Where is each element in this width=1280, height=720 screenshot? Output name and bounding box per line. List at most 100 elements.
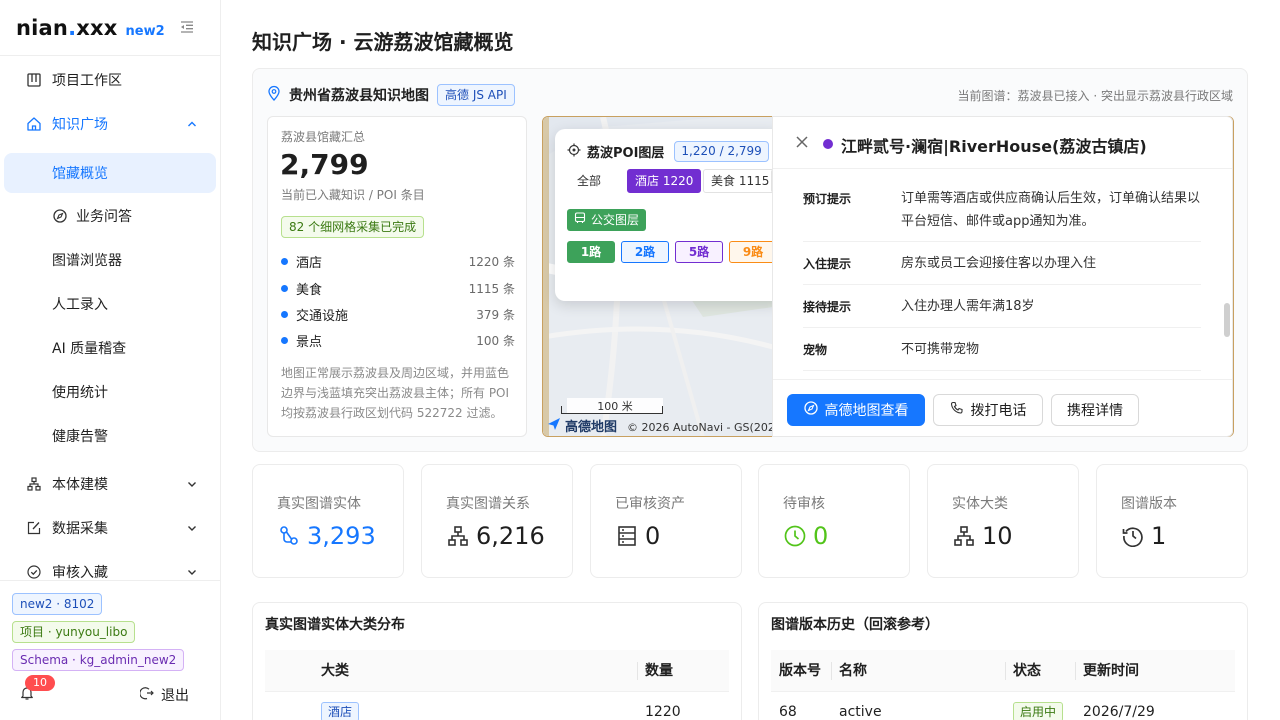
collapse-sidebar-icon[interactable] [178, 19, 196, 37]
route-1-button[interactable]: 1路 [567, 241, 615, 263]
check-circle-icon [26, 564, 42, 580]
close-icon[interactable] [794, 134, 810, 150]
route-5-button[interactable]: 5路 [675, 241, 723, 263]
stat-value: 1 [1151, 522, 1167, 550]
call-button[interactable]: 拨打电话 [933, 394, 1043, 426]
hierarchy-icon [446, 524, 470, 548]
detail-body[interactable]: 预订提示 订单需等酒店或供应商确认后生效，订单确认结果以平台短信、邮件或app通… [773, 169, 1218, 379]
amap-view-button[interactable]: 高德地图查看 [787, 394, 925, 426]
category-dot [281, 284, 288, 292]
map-panel-title: 贵州省荔波县知识地图 [289, 88, 429, 104]
category-row: 交通设施 379 条 [281, 304, 515, 324]
route-9-button[interactable]: 9路 [729, 241, 777, 263]
sidebar-item-health-alerts[interactable]: 健康告警 [4, 416, 216, 456]
table-header-version: 版本号 [771, 650, 831, 692]
poi-layer-title: 荔波POI图层 [587, 146, 665, 161]
brand-name: nian.xxx [16, 16, 118, 40]
hierarchy-icon [26, 476, 42, 492]
stat-card-entities: 真实图谱实体 3,293 [252, 464, 404, 578]
collection-summary-card: 荔波县馆藏汇总 2,799 当前已入藏知识 / POI 条目 82 个细网格采集… [267, 116, 527, 437]
detail-scrollbar[interactable] [1223, 169, 1231, 379]
poi-layer-card: 荔波POI图层 1,220 / 2,799 全部 酒店 1220 美食 1115… [555, 129, 787, 301]
category-row: 景点 100 条 [281, 330, 515, 350]
version-table: 版本号 名称 状态 更新时间 68 active 启用中 2026/7/29 [771, 650, 1235, 720]
stat-value: 10 [982, 522, 1013, 550]
table-header-updated: 更新时间 [1075, 650, 1235, 692]
status-badge: 启用中 [1013, 702, 1064, 720]
clock-icon [783, 524, 807, 548]
notification-badge: 10 [25, 675, 55, 691]
chevron-up-icon [186, 118, 198, 130]
bus-layer-tag[interactable]: 公交图层 [567, 209, 647, 231]
home-icon [26, 116, 42, 132]
version-history-title: 图谱版本历史（回滚参考） [771, 617, 939, 633]
sidebar-item-label: 使用统计 [52, 385, 108, 401]
sidebar-item-ontology-modeling[interactable]: 本体建模 [4, 464, 216, 504]
logout-button[interactable]: 退出 [139, 685, 189, 705]
detail-title: 江畔贰号·澜宿|RiverHouse(荔波古镇店) [841, 137, 1147, 156]
brand-logo[interactable]: nian.xxx new2 [16, 16, 165, 44]
hierarchy-icon [952, 524, 976, 548]
filter-all[interactable]: 全部 [569, 169, 610, 193]
sidebar-item-knowledge-square[interactable]: 知识广场 [4, 104, 216, 144]
stat-card-relations: 真实图谱关系 6,216 [421, 464, 573, 578]
sidebar-item-label: 知识广场 [52, 117, 108, 133]
sidebar-item-ai-quality-audit[interactable]: AI 质量稽查 [4, 328, 216, 368]
logout-icon [139, 686, 154, 704]
filter-food[interactable]: 美食 1115 [703, 169, 778, 193]
locate-icon [567, 143, 581, 161]
sidebar-item-label: 业务问答 [76, 209, 132, 225]
layout-icon [26, 72, 42, 88]
detail-row: 接待提示 入住办理人需年满18岁 [803, 285, 1201, 328]
map-panel-note: 当前图谱：荔波县已接入 · 突出显示荔波县行政区域 [957, 89, 1233, 103]
sidebar-item-business-qa[interactable]: 业务问答 [4, 196, 216, 236]
table-cell-status: 启用中 [1005, 692, 1075, 720]
chevron-down-icon [186, 566, 198, 578]
category-tag: 酒店 [321, 702, 360, 720]
sidebar-item-manual-entry[interactable]: 人工录入 [4, 284, 216, 324]
stat-value: 0 [813, 522, 829, 550]
category-dot [281, 310, 288, 318]
detail-row: 入住提示 房东或员工会迎接住客以办理入住 [803, 242, 1201, 285]
route-2-button[interactable]: 2路 [621, 241, 669, 263]
sidebar-item-label: AI 质量稽查 [52, 341, 127, 357]
ctrip-details-button[interactable]: 携程详情 [1051, 394, 1139, 426]
filter-hotel[interactable]: 酒店 1220 [627, 169, 702, 193]
poi-layer-header: 荔波POI图层 1,220 / 2,799 [567, 141, 769, 162]
summary-description: 地图正常展示荔波县及周边区域，并用蓝色边界与浅蓝填充突出荔波县主体；所有 POI… [281, 366, 510, 420]
sidebar-item-label: 馆藏概览 [52, 166, 108, 182]
database-icon [615, 524, 639, 548]
table-cell-version: 68 [779, 704, 797, 720]
sidebar-item-data-collection[interactable]: 数据采集 [4, 508, 216, 548]
summary-subtitle: 当前已入藏知识 / POI 条目 [281, 188, 425, 202]
sidebar-item-graph-browser[interactable]: 图谱浏览器 [4, 240, 216, 280]
stat-value: 3,293 [307, 522, 376, 550]
sidebar-item-label: 图谱浏览器 [52, 253, 122, 269]
sidebar-footer: new2 · 8102 项目 · yunyou_libo Schema · kg… [0, 580, 220, 720]
detail-actions: 高德地图查看 拨打电话 携程详情 [773, 379, 1232, 436]
detail-row: 宠物 不可携带宠物 [803, 328, 1201, 371]
project-tag: 项目 · yunyou_libo [12, 621, 136, 643]
sidebar-item-label: 项目工作区 [52, 73, 122, 89]
sidebar-item-collection-overview[interactable]: 馆藏概览 [4, 153, 216, 193]
bus-icon [574, 209, 586, 231]
stat-card-graph-version: 图谱版本 1 [1096, 464, 1248, 578]
category-dot [281, 257, 288, 265]
sidebar-item-project-workspace[interactable]: 项目工作区 [4, 60, 216, 100]
sidebar-item-review-collection[interactable]: 审核入藏 [4, 552, 216, 580]
stat-value: 0 [645, 522, 661, 550]
table-cell-count: 1220 [645, 704, 681, 720]
table-header-count: 数量 [637, 650, 729, 692]
category-dot [281, 336, 288, 344]
sidebar-item-label: 审核入藏 [52, 565, 108, 580]
edit-icon [26, 520, 42, 536]
location-pin-icon [267, 85, 281, 105]
sidebar-item-label: 健康告警 [52, 429, 108, 445]
category-row: 酒店 1220 条 [281, 251, 515, 271]
sidebar: nian.xxx new2 项目工作区 知识广场 馆藏概览 业务问答 图谱浏览器… [0, 0, 221, 720]
stat-card-entity-classes: 实体大类 10 [927, 464, 1079, 578]
scrollbar-thumb[interactable] [1224, 303, 1230, 337]
sidebar-item-usage-stats[interactable]: 使用统计 [4, 372, 216, 412]
detail-row: 预订提示 订单需等酒店或供应商确认后生效，订单确认结果以平台短信、邮件或app通… [803, 169, 1201, 242]
detail-header: 江畔贰号·澜宿|RiverHouse(荔波古镇店) [773, 117, 1232, 169]
